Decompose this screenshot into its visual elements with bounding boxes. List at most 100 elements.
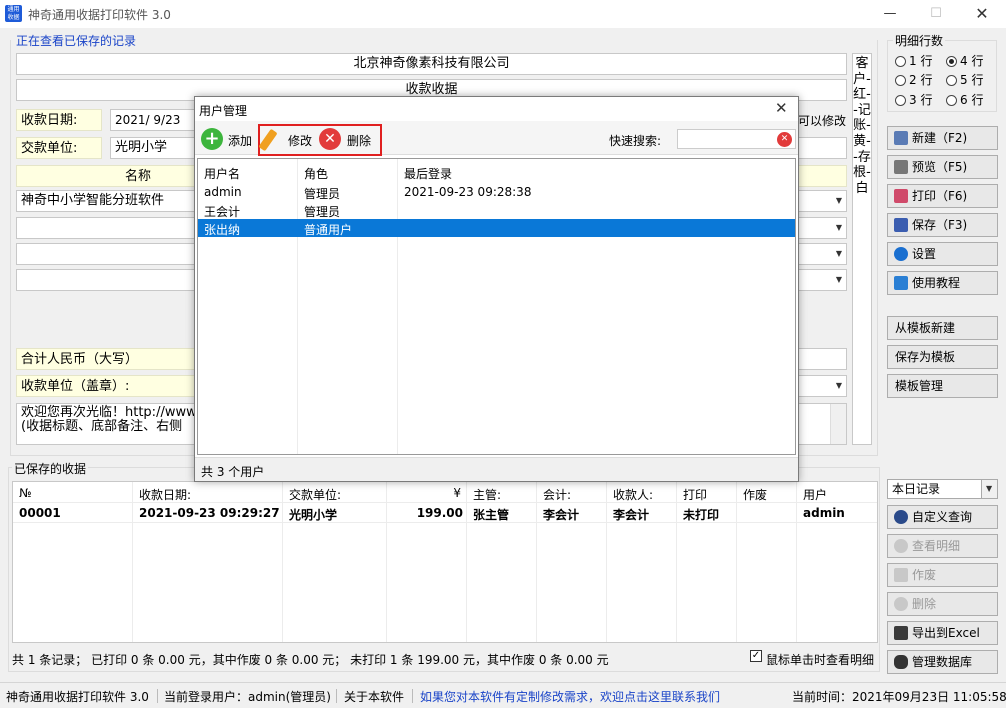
radio-3-rows[interactable]: 3 行 bbox=[895, 91, 932, 108]
payer-label: 交款单位: bbox=[16, 137, 102, 159]
tutorial-button[interactable]: 使用教程 bbox=[887, 271, 998, 295]
radio-icon bbox=[895, 56, 906, 67]
status-app-name: 神奇通用收据打印软件 3.0 bbox=[6, 690, 149, 704]
radio-1-rows[interactable]: 1 行 bbox=[895, 52, 932, 69]
maximize-button[interactable]: ☐ bbox=[913, 0, 959, 28]
void-button[interactable]: 作废 bbox=[887, 563, 998, 587]
user-row-selected[interactable]: 张出纳 普通用户 bbox=[198, 219, 795, 237]
export-icon bbox=[894, 625, 908, 640]
chevron-down-icon[interactable]: ▼ bbox=[836, 218, 842, 238]
clear-search-icon[interactable]: ✕ bbox=[777, 132, 792, 147]
custom-query-button[interactable]: 自定义查询 bbox=[887, 505, 998, 529]
export-excel-button[interactable]: 导出到Excel bbox=[887, 621, 998, 645]
gear-icon bbox=[894, 246, 908, 261]
settings-button[interactable]: 设置 bbox=[887, 242, 998, 266]
preview-button[interactable]: 预览（F5) bbox=[887, 155, 998, 179]
radio-icon bbox=[946, 75, 957, 86]
quick-search-input[interactable]: ✕ bbox=[677, 129, 796, 149]
select-value: 本日记录 bbox=[892, 482, 941, 496]
radio-2-rows[interactable]: 2 行 bbox=[895, 71, 932, 88]
scrollbar[interactable] bbox=[830, 404, 846, 444]
button-label: 导出到Excel bbox=[912, 626, 980, 640]
chevron-down-icon[interactable]: ▼ bbox=[836, 191, 842, 211]
button-label: 新建（F2) bbox=[912, 131, 968, 145]
manage-database-button[interactable]: 管理数据库 bbox=[887, 650, 998, 674]
date-label: 收款日期: bbox=[16, 109, 102, 131]
close-button[interactable]: ✕ bbox=[959, 0, 1005, 28]
cell-amount: 199.00 bbox=[416, 506, 463, 520]
table-header: 用户 bbox=[803, 488, 828, 502]
radio-6-rows[interactable]: 6 行 bbox=[946, 91, 983, 108]
dialog-footer: 共 3 个用户 bbox=[195, 457, 798, 481]
total-label: 合计人民币（大写） bbox=[16, 348, 196, 370]
status-login-user: 当前登录用户：admin(管理员) bbox=[164, 690, 331, 704]
total-value-field[interactable] bbox=[798, 348, 847, 370]
radio-label: 5 行 bbox=[960, 73, 984, 87]
delete-record-button[interactable]: 删除 bbox=[887, 592, 998, 616]
new-from-template-button[interactable]: 从模板新建 bbox=[887, 316, 998, 340]
radio-label: 4 行 bbox=[960, 54, 984, 68]
dialog-title: 用户管理 bbox=[199, 104, 248, 118]
payee-field[interactable]: ▼ bbox=[798, 375, 847, 397]
contact-link[interactable]: 如果您对本软件有定制修改需求，欢迎点击这里联系我们 bbox=[420, 688, 720, 705]
date-filter-select[interactable]: 本日记录 ▼ bbox=[887, 479, 998, 499]
saved-receipts-table[interactable]: № 收款日期: 交款单位: ¥ 主管: 会计: 收款人: 打印 作废 用户 00… bbox=[12, 481, 878, 643]
chevron-down-icon[interactable]: ▼ bbox=[836, 376, 842, 396]
status-divider bbox=[412, 689, 413, 703]
button-label: 使用教程 bbox=[912, 276, 961, 290]
copy-color-column: 客户-红--记账-黄--存根-白 bbox=[852, 53, 872, 445]
cell-date: 2021-09-23 09:29:27 bbox=[139, 506, 280, 520]
save-button[interactable]: 保存（F3) bbox=[887, 213, 998, 237]
editable-hint: 可以修改 bbox=[798, 114, 847, 128]
date-field[interactable]: 2021/ 9/23 bbox=[110, 109, 200, 131]
table-header: 打印 bbox=[683, 488, 708, 502]
edit-user-button[interactable]: 修改 bbox=[258, 128, 318, 152]
grid-line bbox=[13, 522, 877, 523]
about-link[interactable]: 关于本软件 bbox=[344, 688, 404, 705]
detail-rows-label: 明细行数 bbox=[893, 32, 946, 49]
radio-icon bbox=[895, 75, 906, 86]
radio-label: 2 行 bbox=[909, 73, 933, 87]
click-detail-checkbox[interactable]: ✓ bbox=[750, 650, 762, 662]
chevron-down-icon[interactable]: ▼ bbox=[981, 480, 997, 498]
button-label: 添加 bbox=[228, 134, 253, 148]
table-header: 收款日期: bbox=[139, 488, 192, 502]
delete-user-button[interactable]: ✕ 删除 bbox=[319, 128, 377, 150]
add-user-button[interactable]: + 添加 bbox=[201, 128, 259, 150]
table-row[interactable]: 00001 2021-09-23 09:29:27 光明小学 199.00 张主… bbox=[13, 503, 877, 522]
radio-4-rows[interactable]: 4 行 bbox=[946, 52, 983, 69]
user-row[interactable]: admin 管理员 2021-09-23 09:28:38 bbox=[198, 183, 795, 201]
table-header: 会计: bbox=[543, 488, 572, 502]
save-as-template-button[interactable]: 保存为模板 bbox=[887, 345, 998, 369]
company-field[interactable]: 北京神奇像素科技有限公司 bbox=[16, 53, 847, 75]
book-icon bbox=[894, 275, 908, 290]
new-button[interactable]: 新建（F2) bbox=[887, 126, 998, 150]
chevron-down-icon[interactable]: ▼ bbox=[836, 270, 842, 290]
user-list[interactable]: 用户名 角色 最后登录 admin 管理员 2021-09-23 09:28:3… bbox=[197, 158, 796, 455]
minimize-button[interactable]: — bbox=[867, 0, 913, 28]
cell-username: 王会计 bbox=[204, 205, 241, 219]
cell-no: 00001 bbox=[19, 506, 61, 520]
chevron-down-icon[interactable]: ▼ bbox=[836, 244, 842, 264]
cell-accountant: 李会计 bbox=[543, 508, 580, 522]
status-time: 当前时间：2021年09月23日 11:05:58 bbox=[792, 690, 1006, 704]
button-label: 删除 bbox=[912, 597, 937, 611]
template-manage-button[interactable]: 模板管理 bbox=[887, 374, 998, 398]
print-button[interactable]: 打印（F6) bbox=[887, 184, 998, 208]
title-bar: 通用收据 神奇通用收据打印软件 3.0 — ☐ ✕ bbox=[0, 0, 1006, 28]
button-label: 作废 bbox=[912, 568, 937, 582]
radio-label: 3 行 bbox=[909, 93, 933, 107]
user-row[interactable]: 王会计 管理员 bbox=[198, 201, 795, 219]
table-header: 交款单位: bbox=[289, 488, 342, 502]
button-label: 预览（F5) bbox=[912, 160, 968, 174]
cell-username: 张出纳 bbox=[204, 223, 241, 237]
view-detail-button[interactable]: 查看明细 bbox=[887, 534, 998, 558]
window-title: 神奇通用收据打印软件 3.0 bbox=[28, 8, 171, 22]
saved-receipts-label: 已保存的收据 bbox=[12, 460, 89, 477]
payer-extra-field[interactable] bbox=[798, 137, 847, 159]
payer-field[interactable]: 光明小学 bbox=[110, 137, 200, 159]
radio-5-rows[interactable]: 5 行 bbox=[946, 71, 983, 88]
dialog-close-button[interactable]: ✕ bbox=[775, 99, 788, 117]
radio-label: 6 行 bbox=[960, 93, 984, 107]
table-header: ¥ bbox=[453, 486, 461, 500]
